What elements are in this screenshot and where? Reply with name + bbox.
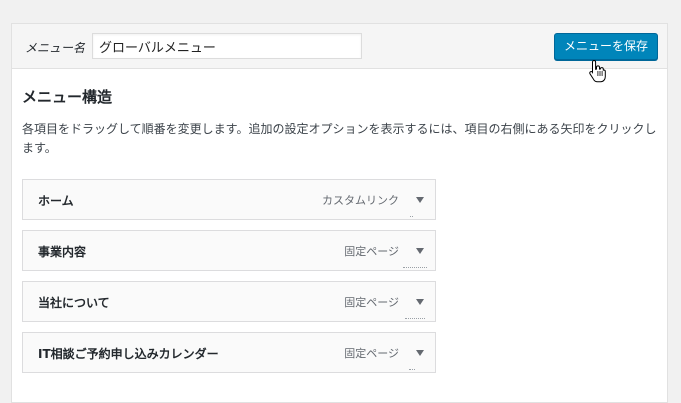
resize-handle [410, 214, 413, 217]
menu-edit-panel: メニュー名 メニューを保存 メニュー構造 各項目をドラッグして順番を変更します。… [11, 23, 668, 403]
menu-item-home[interactable]: ホーム カスタムリンク [22, 179, 436, 220]
menu-item-type: 固定ページ [344, 245, 399, 258]
menu-item-title: 事業内容 [38, 245, 87, 259]
resize-handle [405, 316, 425, 319]
save-menu-button[interactable]: メニューを保存 [554, 33, 658, 60]
menu-item-title: 当社について [38, 296, 110, 310]
menu-name-label: メニュー名 [25, 41, 86, 55]
triangle-down-icon[interactable] [415, 348, 425, 358]
menu-name-input[interactable] [92, 33, 362, 59]
menu-item-it-consultation-calendar[interactable]: IT相談ご予約申し込みカレンダー 固定ページ [22, 332, 436, 373]
menu-structure-title: メニュー構造 [22, 88, 113, 106]
triangle-down-icon[interactable] [415, 246, 425, 256]
menu-item-business[interactable]: 事業内容 固定ページ [22, 230, 436, 271]
menu-item-title: IT相談ご予約申し込みカレンダー [38, 347, 219, 361]
menu-item-title: ホーム [38, 194, 74, 208]
resize-handle [403, 265, 427, 268]
triangle-down-icon[interactable] [415, 195, 425, 205]
menu-item-about[interactable]: 当社について 固定ページ [22, 281, 436, 322]
menu-item-type: 固定ページ [344, 347, 399, 360]
resize-handle [409, 367, 415, 370]
hand-pointer-icon [589, 59, 606, 83]
menu-header: メニュー名 メニューを保存 [12, 24, 667, 83]
menu-item-type: 固定ページ [344, 296, 399, 309]
menu-structure-description: 各項目をドラッグして順番を変更します。追加の設定オプションを表示するには、項目の… [22, 122, 657, 155]
triangle-down-icon[interactable] [415, 297, 425, 307]
menu-item-type: カスタムリンク [322, 194, 399, 207]
